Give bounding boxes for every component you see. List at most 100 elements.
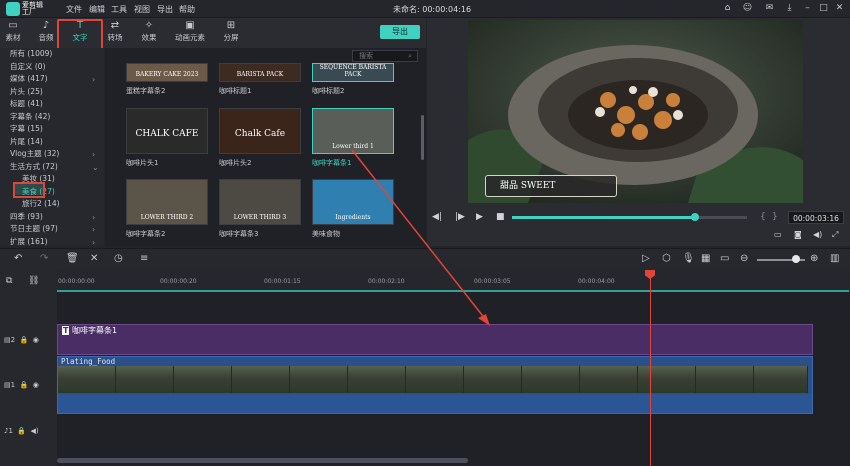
effects-icon: ✧ (144, 20, 154, 31)
adjust-icon[interactable]: ≡ (140, 253, 148, 264)
search-input[interactable]: 搜索 ⌕ (352, 50, 418, 62)
sidebar-item[interactable]: 片尾 (14) (10, 136, 43, 148)
layout-icon[interactable]: ▥ (830, 253, 839, 264)
template-thumbnail[interactable]: CHALK CAFE (126, 108, 208, 154)
prev-frame-icon[interactable]: ◀| (432, 212, 442, 222)
sidebar-item[interactable]: 标题 (41) (10, 98, 43, 110)
link-icon[interactable]: ⛓ (28, 276, 39, 286)
menu-export[interactable]: 导出 (157, 4, 173, 15)
sidebar-item[interactable]: 字幕条 (42) (10, 111, 50, 123)
menu-view[interactable]: 视图 (134, 4, 150, 15)
tab-elements[interactable]: ▣ 动画元素 (170, 20, 210, 46)
sidebar-item[interactable]: 四季 (93) (10, 211, 43, 223)
video-frame-thumbnail (638, 366, 696, 393)
template-thumbnail[interactable]: LOWER THIRD 3 (219, 179, 301, 225)
add-track-icon[interactable]: ⧉ (6, 276, 12, 286)
sidebar-item[interactable]: Vlog主题 (32) (10, 148, 59, 160)
project-title: 未命名: 00:00:04:16 (393, 5, 472, 14)
cut-icon[interactable]: ✕ (90, 253, 98, 264)
tab-transitions[interactable]: ⇄ 转场 (104, 20, 126, 46)
template-label: 咖啡标题1 (219, 87, 252, 95)
menu-tools[interactable]: 工具 (111, 4, 127, 15)
download-icon[interactable]: ⤓ (784, 3, 795, 14)
image-icon: ▣ (185, 20, 195, 31)
mark-out-icon[interactable]: } (772, 212, 778, 222)
split-screen-icon: ⊞ (226, 20, 236, 31)
maximize-icon[interactable]: □ (818, 3, 829, 14)
subtitle-icon[interactable]: ▭ (720, 253, 729, 264)
sidebar-item[interactable]: 节日主题 (97) (10, 223, 58, 235)
sidebar-item[interactable]: 自定义 (0) (10, 61, 46, 73)
seek-handle[interactable] (691, 213, 699, 221)
zoom-in-icon[interactable]: ⊕ (810, 253, 818, 264)
undo-icon[interactable]: ↶ (14, 253, 22, 264)
expand-arrow-icon[interactable]: › (92, 150, 95, 159)
tab-effects[interactable]: ✧ 效果 (136, 20, 162, 46)
zoom-out-icon[interactable]: ⊖ (740, 253, 748, 264)
menu-file[interactable]: 文件 (66, 4, 82, 15)
sidebar-item[interactable]: 生活方式 (72) (10, 161, 58, 173)
display-icon[interactable]: ▭ (774, 230, 782, 239)
sidebar-item[interactable]: 扩展 (161) (10, 236, 48, 248)
template-thumbnail[interactable]: LOWER THIRD 2 (126, 179, 208, 225)
account-icon[interactable]: ☺ (742, 3, 753, 14)
step-back-icon[interactable]: |▶ (455, 212, 465, 222)
transition-icon: ⇄ (110, 20, 120, 31)
play-icon[interactable]: ▶ (476, 212, 483, 222)
sidebar-item[interactable]: 字幕 (15) (10, 123, 43, 135)
tab-media[interactable]: ▭ 素材 (0, 20, 28, 46)
playhead[interactable] (650, 270, 651, 466)
close-icon[interactable]: ✕ (834, 3, 845, 14)
message-icon[interactable]: ✉ (764, 3, 775, 14)
store-icon[interactable]: ⌂ (722, 3, 733, 14)
template-label: 美味食物 (312, 230, 340, 238)
sidebar-item[interactable]: 所有 (1009) (10, 48, 52, 60)
mark-in-icon[interactable]: { (760, 212, 766, 222)
sidebar-item[interactable]: 媒体 (417) (10, 73, 48, 85)
ruler-label: 00:00:01:15 (264, 278, 301, 285)
folder-icon: ▭ (8, 20, 18, 31)
volume-icon[interactable]: ◀) (813, 230, 822, 239)
template-thumbnail[interactable]: Lower third 1 (312, 108, 394, 154)
video-clip-label: Plating_Food (61, 357, 116, 366)
tab-split-screen[interactable]: ⊞ 分屏 (218, 20, 244, 46)
menu-help[interactable]: 帮助 (179, 4, 195, 15)
redo-icon[interactable]: ↷ (40, 253, 48, 264)
template-thumbnail[interactable]: BAKERY CAKE 2023 (126, 63, 208, 82)
grid-scrollbar[interactable] (421, 115, 424, 160)
sidebar-item[interactable]: 片头 (25) (10, 86, 43, 98)
ruler-work-area (57, 290, 849, 292)
text-clip[interactable] (57, 324, 813, 355)
template-caption: Chalk Cafe (234, 129, 286, 139)
mixer-icon[interactable]: ▦ (701, 253, 710, 264)
marker-icon[interactable]: ⬡ (662, 253, 671, 264)
fullscreen-icon[interactable]: ⤢ (832, 230, 838, 240)
template-thumbnail[interactable]: Chalk Cafe (219, 108, 301, 154)
stop-icon[interactable]: ■ (496, 212, 505, 222)
template-thumbnail[interactable]: SEQUENCE BARISTA PACK (312, 63, 394, 82)
sidebar-item[interactable]: 旅行2 (14) (22, 198, 60, 210)
speed-icon[interactable]: ◷ (114, 253, 123, 264)
delete-icon[interactable]: 🗑 (66, 253, 79, 264)
mic-icon[interactable]: 🎙 (682, 253, 695, 264)
expand-arrow-icon[interactable]: ⌄ (92, 163, 99, 172)
timeline-scrollbar[interactable] (57, 458, 468, 463)
selected-category-highlight (13, 182, 45, 198)
expand-arrow-icon[interactable]: › (92, 75, 95, 84)
template-thumbnail[interactable]: Ingredients (312, 179, 394, 225)
template-label: 蛋糕字幕条2 (126, 87, 166, 95)
video-frame-thumbnail (464, 366, 522, 393)
expand-arrow-icon[interactable]: › (92, 225, 95, 234)
video-frame-thumbnail (348, 366, 406, 393)
snapshot-icon[interactable]: ◙ (794, 230, 802, 239)
video-frame-thumbnail (58, 366, 116, 393)
zoom-handle[interactable] (792, 255, 800, 263)
expand-arrow-icon[interactable]: › (92, 238, 95, 247)
video-frame-thumbnail (232, 366, 290, 393)
expand-arrow-icon[interactable]: › (92, 213, 95, 222)
render-icon[interactable]: ▷ (642, 253, 650, 264)
template-thumbnail[interactable]: BARISTA PACK (219, 63, 301, 82)
export-button[interactable]: 导出 (380, 25, 420, 39)
menu-edit[interactable]: 编辑 (89, 4, 105, 15)
minimize-icon[interactable]: – (802, 3, 813, 14)
